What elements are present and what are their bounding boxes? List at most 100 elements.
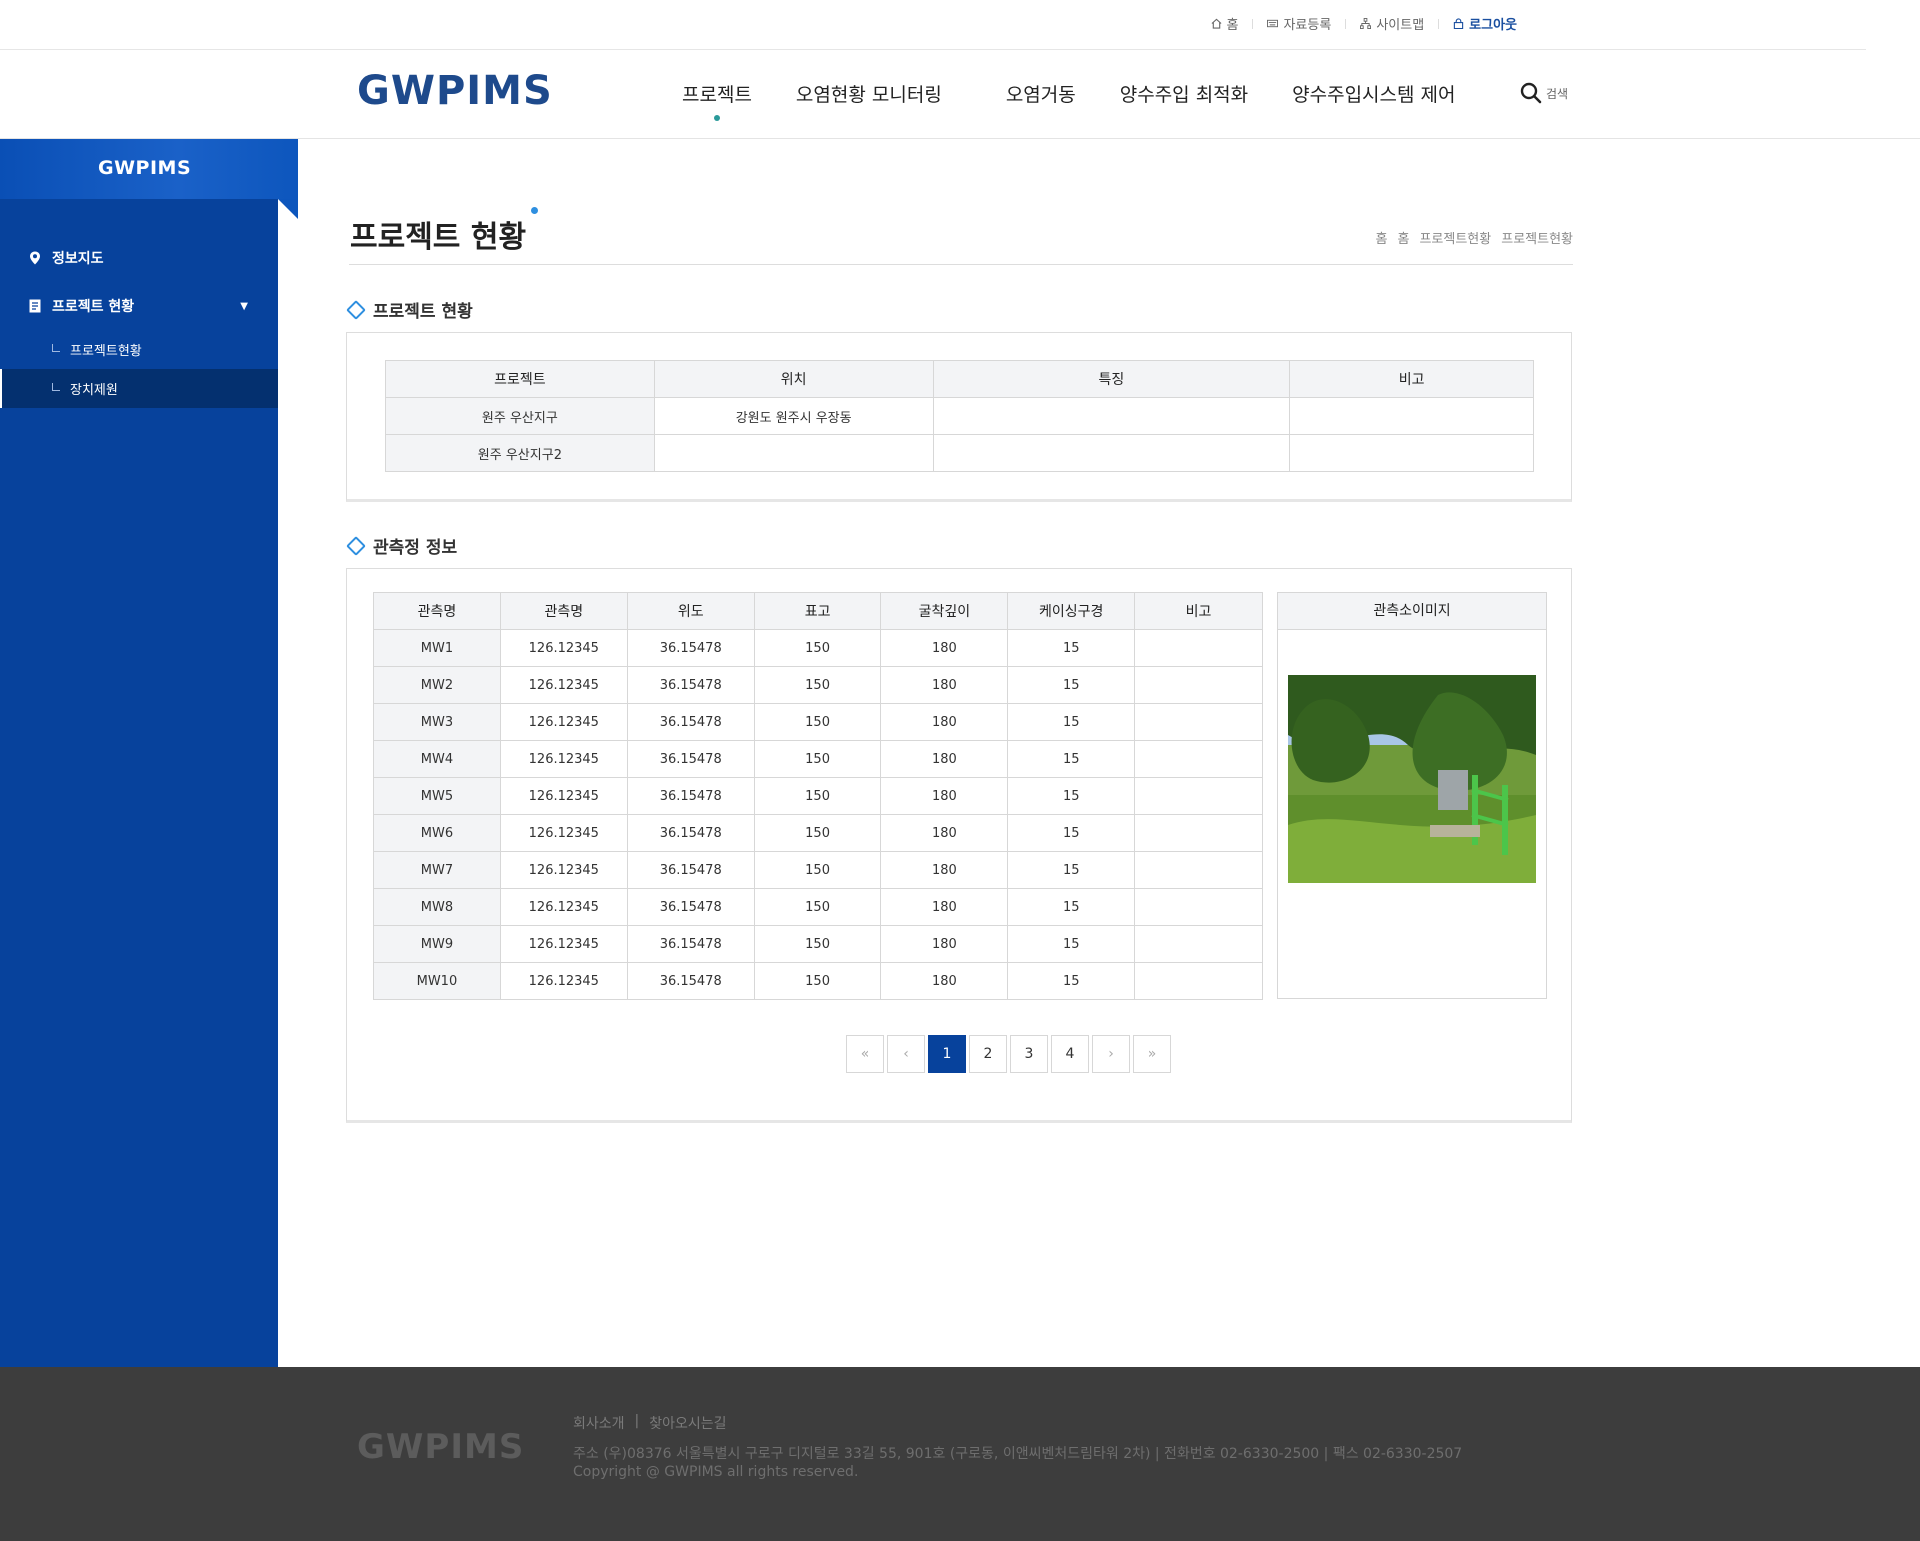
table-cell: 150 <box>753 703 882 741</box>
page-button[interactable]: 3 <box>1010 1035 1048 1073</box>
sidebar-item-project-status[interactable]: 프로젝트 현황 ▼ <box>0 282 278 330</box>
table-row: MW2 126.12345 36.15478 150 180 15 <box>373 666 1263 704</box>
footer-logo: GWPIMS <box>357 1427 525 1467</box>
page-button[interactable]: 1 <box>928 1035 966 1073</box>
page-title: 프로젝트 현황 <box>350 220 527 255</box>
table-cell: 36.15478 <box>626 851 755 889</box>
table-cell: 36.15478 <box>626 888 755 926</box>
table-cell <box>1134 629 1263 667</box>
sidebar-sub-label: 프로젝트현황 <box>70 344 142 359</box>
footer: GWPIMS 회사소개 | 찾아오시는길 주소 (우)08376 서울특별시 구… <box>0 1367 1920 1541</box>
table-cell: 180 <box>880 925 1009 963</box>
breadcrumb-item[interactable]: 프로젝트현황 <box>1501 228 1573 247</box>
table-cell: MW1 <box>373 629 501 667</box>
breadcrumb-item[interactable]: 프로젝트현황 <box>1419 228 1491 247</box>
page-button[interactable]: 2 <box>969 1035 1007 1073</box>
table-cell <box>1134 740 1263 778</box>
table-row: MW8 126.12345 36.15478 150 180 15 <box>373 888 1263 926</box>
table-cell: 180 <box>880 666 1009 704</box>
observation-panel: 관측명 관측명 위도 표고 굴착깊이 케이싱구경 비고 MW1 126.12345… <box>346 568 1572 1123</box>
sidebar-sub-label: 장치제원 <box>70 383 118 398</box>
util-divider <box>1252 18 1254 29</box>
section-title-project: 프로젝트 현황 <box>346 297 473 322</box>
util-home-label: 홈 <box>1226 18 1239 33</box>
footer-link-company[interactable]: 회사소개 <box>573 1413 625 1433</box>
table-cell: 36.15478 <box>626 814 755 852</box>
logout-link[interactable]: 로그아웃 <box>1453 14 1517 33</box>
table-cell: 180 <box>880 888 1009 926</box>
table-cell: MW10 <box>373 962 501 1000</box>
table-cell: 36.15478 <box>626 666 755 704</box>
footer-address: 주소 (우)08376 서울특별시 구로구 디지털로 33길 55, 901호 … <box>573 1446 1463 1462</box>
table-cell <box>1134 888 1263 926</box>
site-logo[interactable]: GWPIMS <box>357 68 553 114</box>
table-cell: 15 <box>1007 777 1136 815</box>
table-cell: 126.12345 <box>499 666 628 704</box>
lock-icon <box>1453 18 1464 29</box>
table-header-row: 관측명 관측명 위도 표고 굴착깊이 케이싱구경 비고 <box>373 592 1263 630</box>
nav-behavior[interactable]: 오염거동 <box>984 80 1098 107</box>
table-cell: 36.15478 <box>626 925 755 963</box>
table-cell: 15 <box>1007 703 1136 741</box>
table-cell: 150 <box>753 814 882 852</box>
table-cell <box>1134 925 1263 963</box>
footer-link-directions[interactable]: 찾아오시는길 <box>649 1413 726 1433</box>
tree-branch-icon <box>52 382 60 391</box>
station-photo-image <box>1288 675 1536 883</box>
table-cell: 180 <box>880 814 1009 852</box>
page-button[interactable]: 4 <box>1051 1035 1089 1073</box>
table-cell: 126.12345 <box>499 814 628 852</box>
table-cell: 126.12345 <box>499 740 628 778</box>
station-image-box: 관측소이미지 <box>1277 592 1547 999</box>
table-cell: 150 <box>753 888 882 926</box>
table-cell: 150 <box>753 777 882 815</box>
footer-copyright: Copyright @ GWPIMS all rights reserved. <box>573 1464 859 1480</box>
util-register-link[interactable]: 자료등록 <box>1267 14 1331 33</box>
diamond-icon <box>346 535 366 556</box>
footer-link-divider: | <box>634 1413 640 1429</box>
search-button[interactable]: 검색 <box>1520 82 1568 104</box>
table-cell: MW4 <box>373 740 501 778</box>
station-photo <box>1288 675 1536 883</box>
table-cell <box>1134 777 1263 815</box>
table-cell <box>1134 851 1263 889</box>
util-divider <box>1345 18 1347 29</box>
breadcrumb-item[interactable]: 홈 <box>1398 228 1410 247</box>
home-icon <box>1211 18 1221 29</box>
main-nav: 프로젝트 오염현황 모니터링 오염거동 양수주입 최적화 양수주입시스템 제어 <box>660 80 1478 121</box>
table-cell: 15 <box>1007 666 1136 704</box>
table-row: 원주 우산지구 강원도 원주시 우장동 <box>385 397 1534 435</box>
column-header: 위도 <box>626 592 755 630</box>
first-page-button[interactable]: « <box>846 1035 884 1073</box>
table-cell: 126.12345 <box>499 629 628 667</box>
table-cell: MW7 <box>373 851 501 889</box>
table-cell: 15 <box>1007 740 1136 778</box>
table-cell: 36.15478 <box>626 962 755 1000</box>
util-home-link[interactable]: 홈 <box>1211 14 1239 33</box>
prev-page-button[interactable]: ‹ <box>887 1035 925 1073</box>
next-page-button[interactable]: › <box>1092 1035 1130 1073</box>
nav-optimization[interactable]: 양수주입 최적화 <box>1098 80 1270 107</box>
column-header: 특징 <box>932 360 1291 398</box>
sidebar-sub-project[interactable]: 프로젝트현황 <box>0 330 278 369</box>
nav-project[interactable]: 프로젝트 <box>660 80 774 121</box>
nav-monitoring[interactable]: 오염현황 모니터링 <box>774 80 964 107</box>
breadcrumb-item[interactable]: 홈 <box>1376 228 1388 247</box>
column-header: 위치 <box>653 360 934 398</box>
logout-label: 로그아웃 <box>1469 18 1517 33</box>
util-register-label: 자료등록 <box>1283 18 1332 33</box>
column-header: 관측명 <box>373 592 501 630</box>
table-header-row: 프로젝트 위치 특징 비고 <box>385 360 1534 398</box>
sidebar-item-info-map[interactable]: 정보지도 <box>0 234 278 282</box>
document-icon <box>29 299 41 313</box>
table-cell <box>1289 397 1534 435</box>
section-title-observation: 관측정 정보 <box>346 533 457 558</box>
util-sitemap-link[interactable]: 사이트맵 <box>1360 14 1424 33</box>
table-cell: 150 <box>753 666 882 704</box>
nav-control[interactable]: 양수주입시스템 제어 <box>1270 80 1477 107</box>
last-page-button[interactable]: » <box>1133 1035 1171 1073</box>
table-cell: 36.15478 <box>626 703 755 741</box>
table-cell <box>1134 703 1263 741</box>
sidebar-sub-device-spec[interactable]: 장치제원 <box>0 369 278 408</box>
keyboard-icon <box>1267 19 1279 28</box>
